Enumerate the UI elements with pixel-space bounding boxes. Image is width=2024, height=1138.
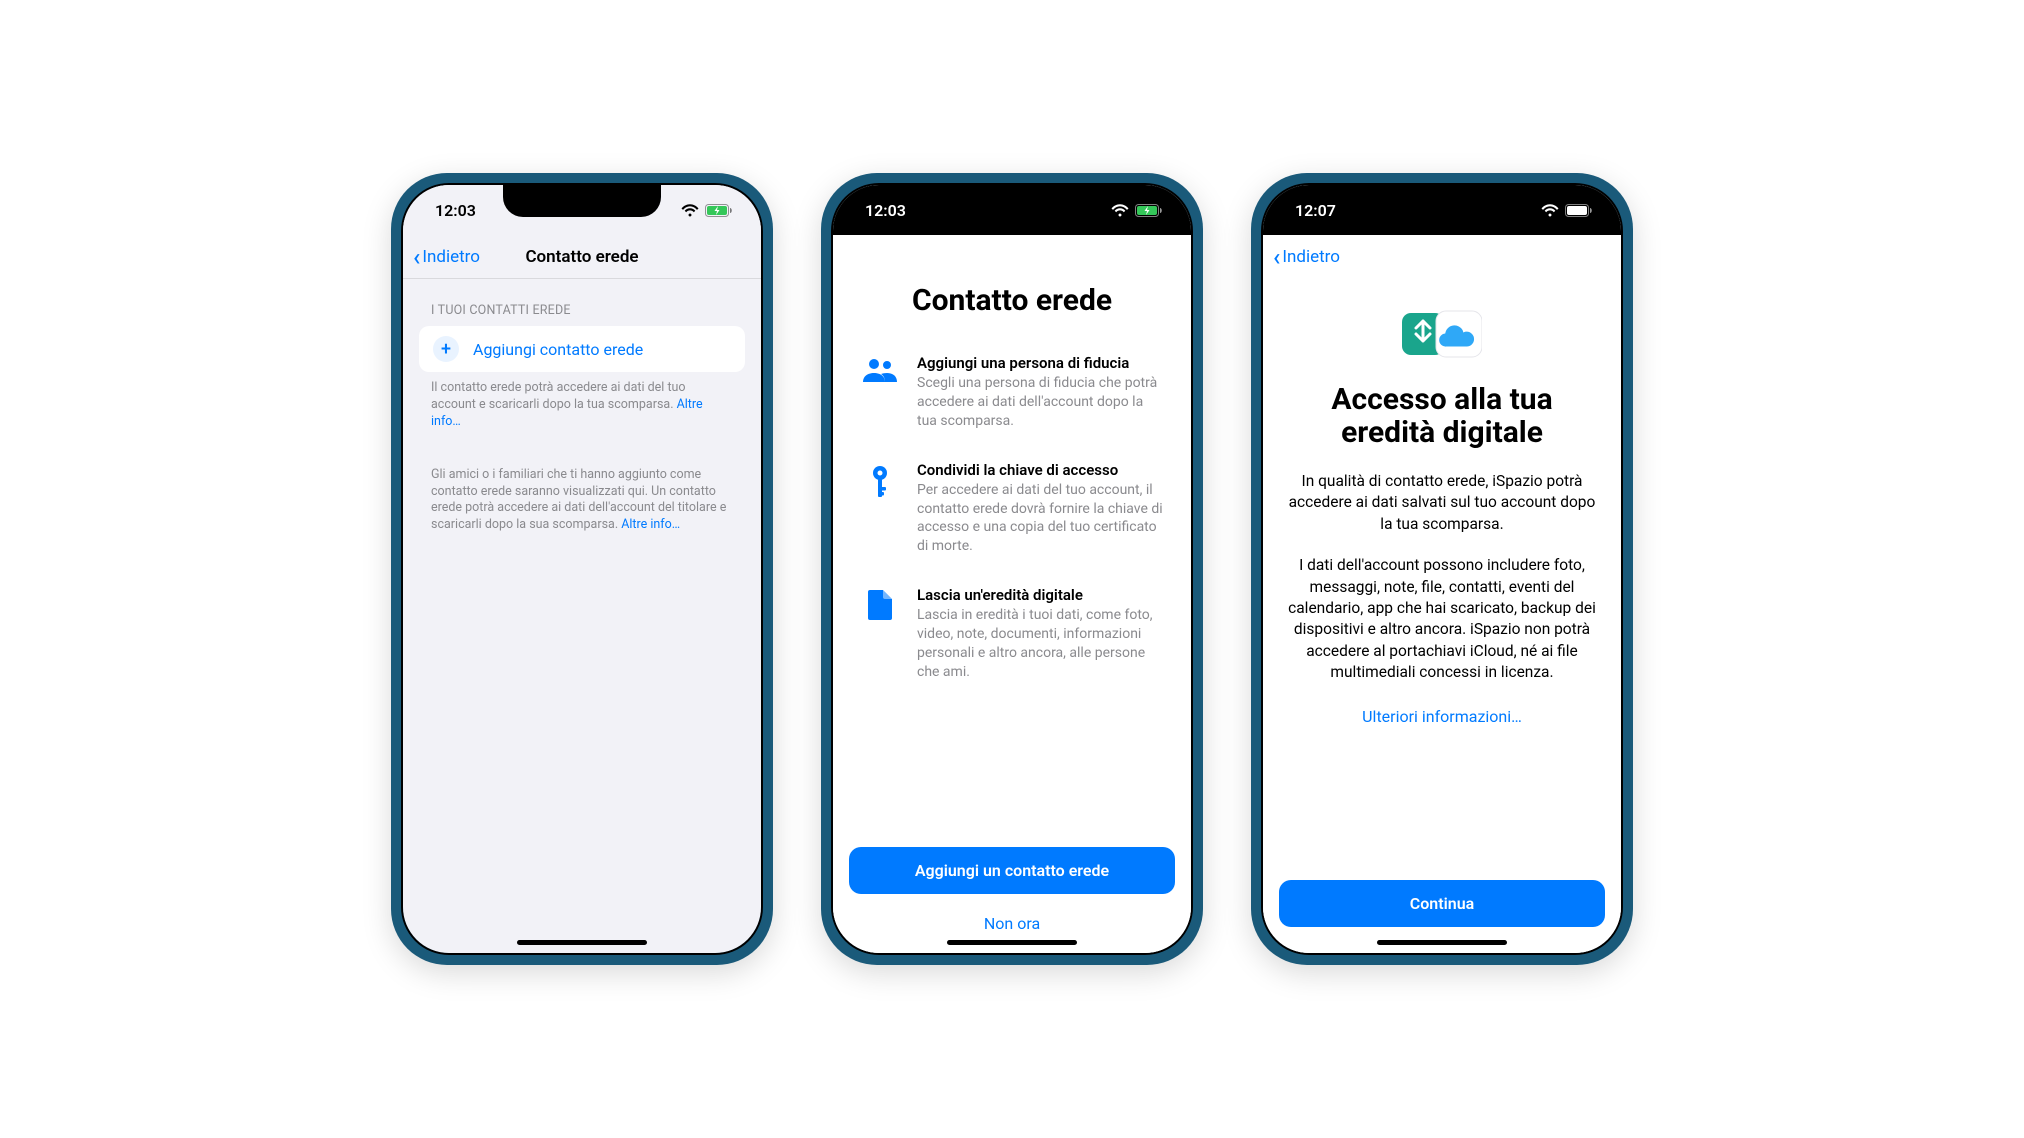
phone-frame-1: 12:03 ‹ Indietro Contatto erede I TUOI C… <box>391 173 773 965</box>
onb-item-digital-legacy: Lascia un'eredità digitale Lascia in ere… <box>861 586 1163 682</box>
add-legacy-contact-cell[interactable]: + Aggiungi contatto erede <box>419 326 745 372</box>
back-button[interactable]: ‹ Indietro <box>1273 245 1340 269</box>
access-title: Accesso alla tua eredità digitale <box>1263 383 1621 449</box>
status-icons <box>1541 204 1593 217</box>
key-icon <box>861 461 899 557</box>
transfer-icloud-icon <box>1402 307 1482 361</box>
status-time: 12:07 <box>1295 201 1336 220</box>
footer-text-1: Il contatto erede potrà accedere ai dati… <box>419 372 745 431</box>
not-now-link[interactable]: Non ora <box>849 906 1175 939</box>
plus-icon: + <box>433 336 459 362</box>
back-label: Indietro <box>422 247 480 267</box>
onb-body: Scegli una persona di fiducia che potrà … <box>917 374 1163 431</box>
footer-text-2: Gli amici o i familiari che ti hanno agg… <box>419 459 745 535</box>
screen-onboarding: 12:03 Contatto erede Aggiungi una person… <box>833 185 1191 953</box>
notch <box>1363 185 1521 217</box>
status-time: 12:03 <box>435 201 476 220</box>
wifi-icon <box>681 204 699 217</box>
home-indicator[interactable] <box>517 940 647 945</box>
onb-heading: Condividi la chiave di accesso <box>917 461 1163 479</box>
onb-text: Lascia un'eredità digitale Lascia in ere… <box>917 586 1163 682</box>
battery-charge-icon <box>705 204 733 217</box>
onboarding-list: Aggiungi una persona di fiducia Scegli u… <box>833 354 1191 712</box>
battery-charge-icon <box>1135 204 1163 217</box>
status-icons <box>1111 204 1163 217</box>
onboarding-title: Contatto erede <box>833 283 1191 318</box>
onb-heading: Aggiungi una persona di fiducia <box>917 354 1163 372</box>
phone-inner: 12:03 Contatto erede Aggiungi una person… <box>831 183 1193 955</box>
notch <box>933 185 1091 217</box>
footer2-body: Gli amici o i familiari che ti hanno agg… <box>431 467 726 533</box>
chevron-left-icon: ‹ <box>1273 245 1280 269</box>
home-indicator[interactable] <box>1377 940 1507 945</box>
people-icon <box>861 354 899 431</box>
hero-icon-group <box>1263 307 1621 361</box>
onb-body: Per accedere ai dati del tuo account, il… <box>917 481 1163 557</box>
phone-frame-3: 12:07 ‹ Indietro <box>1251 173 1633 965</box>
access-para1: In qualità di contatto erede, iSpazio po… <box>1263 471 1621 535</box>
onb-item-trusted-person: Aggiungi una persona di fiducia Scegli u… <box>861 354 1163 431</box>
chevron-left-icon: ‹ <box>413 245 420 269</box>
continue-button[interactable]: Continua <box>1279 880 1605 927</box>
section-header: I TUOI CONTATTI EREDE <box>419 285 745 326</box>
phone-inner: 12:07 ‹ Indietro <box>1261 183 1623 955</box>
add-contact-button[interactable]: Aggiungi un contatto erede <box>849 847 1175 894</box>
battery-icon <box>1565 204 1593 217</box>
onb-body: Lascia in eredità i tuoi dati, come foto… <box>917 606 1163 682</box>
nav-bar: ‹ Indietro <box>1263 235 1621 279</box>
title-line1: Accesso alla tua <box>1331 382 1552 417</box>
notch <box>503 185 661 217</box>
onb-text: Aggiungi una persona di fiducia Scegli u… <box>917 354 1163 431</box>
onboarding-footer: Aggiungi un contatto erede Non ora <box>833 847 1191 953</box>
document-icon <box>861 586 899 682</box>
back-button[interactable]: ‹ Indietro <box>413 245 480 269</box>
phone-inner: 12:03 ‹ Indietro Contatto erede I TUOI C… <box>401 183 763 955</box>
footer2-more-link[interactable]: Altre info… <box>621 517 680 532</box>
wifi-icon <box>1111 204 1129 217</box>
access-para2: I dati dell'account possono includere fo… <box>1263 555 1621 683</box>
onb-item-share-key: Condividi la chiave di accesso Per acced… <box>861 461 1163 557</box>
nav-title: Contatto erede <box>525 247 638 267</box>
footer1-body: Il contatto erede potrà accedere ai dati… <box>431 380 686 412</box>
wifi-icon <box>1541 204 1559 217</box>
phone-frame-2: 12:03 Contatto erede Aggiungi una person… <box>821 173 1203 965</box>
title-line2: eredità digitale <box>1341 415 1543 450</box>
settings-content[interactable]: I TUOI CONTATTI EREDE + Aggiungi contatt… <box>403 279 761 953</box>
status-time: 12:03 <box>865 201 906 220</box>
onb-text: Condividi la chiave di accesso Per acced… <box>917 461 1163 557</box>
onb-heading: Lascia un'eredità digitale <box>917 586 1163 604</box>
status-icons <box>681 204 733 217</box>
screen-access-legacy: 12:07 ‹ Indietro <box>1263 185 1621 953</box>
more-info-link[interactable]: Ulteriori informazioni… <box>1263 707 1621 726</box>
screen-settings: 12:03 ‹ Indietro Contatto erede I TUOI C… <box>403 185 761 953</box>
nav-bar: ‹ Indietro Contatto erede <box>403 235 761 279</box>
add-legacy-contact-label: Aggiungi contatto erede <box>473 340 643 359</box>
back-label: Indietro <box>1282 247 1340 267</box>
home-indicator[interactable] <box>947 940 1077 945</box>
